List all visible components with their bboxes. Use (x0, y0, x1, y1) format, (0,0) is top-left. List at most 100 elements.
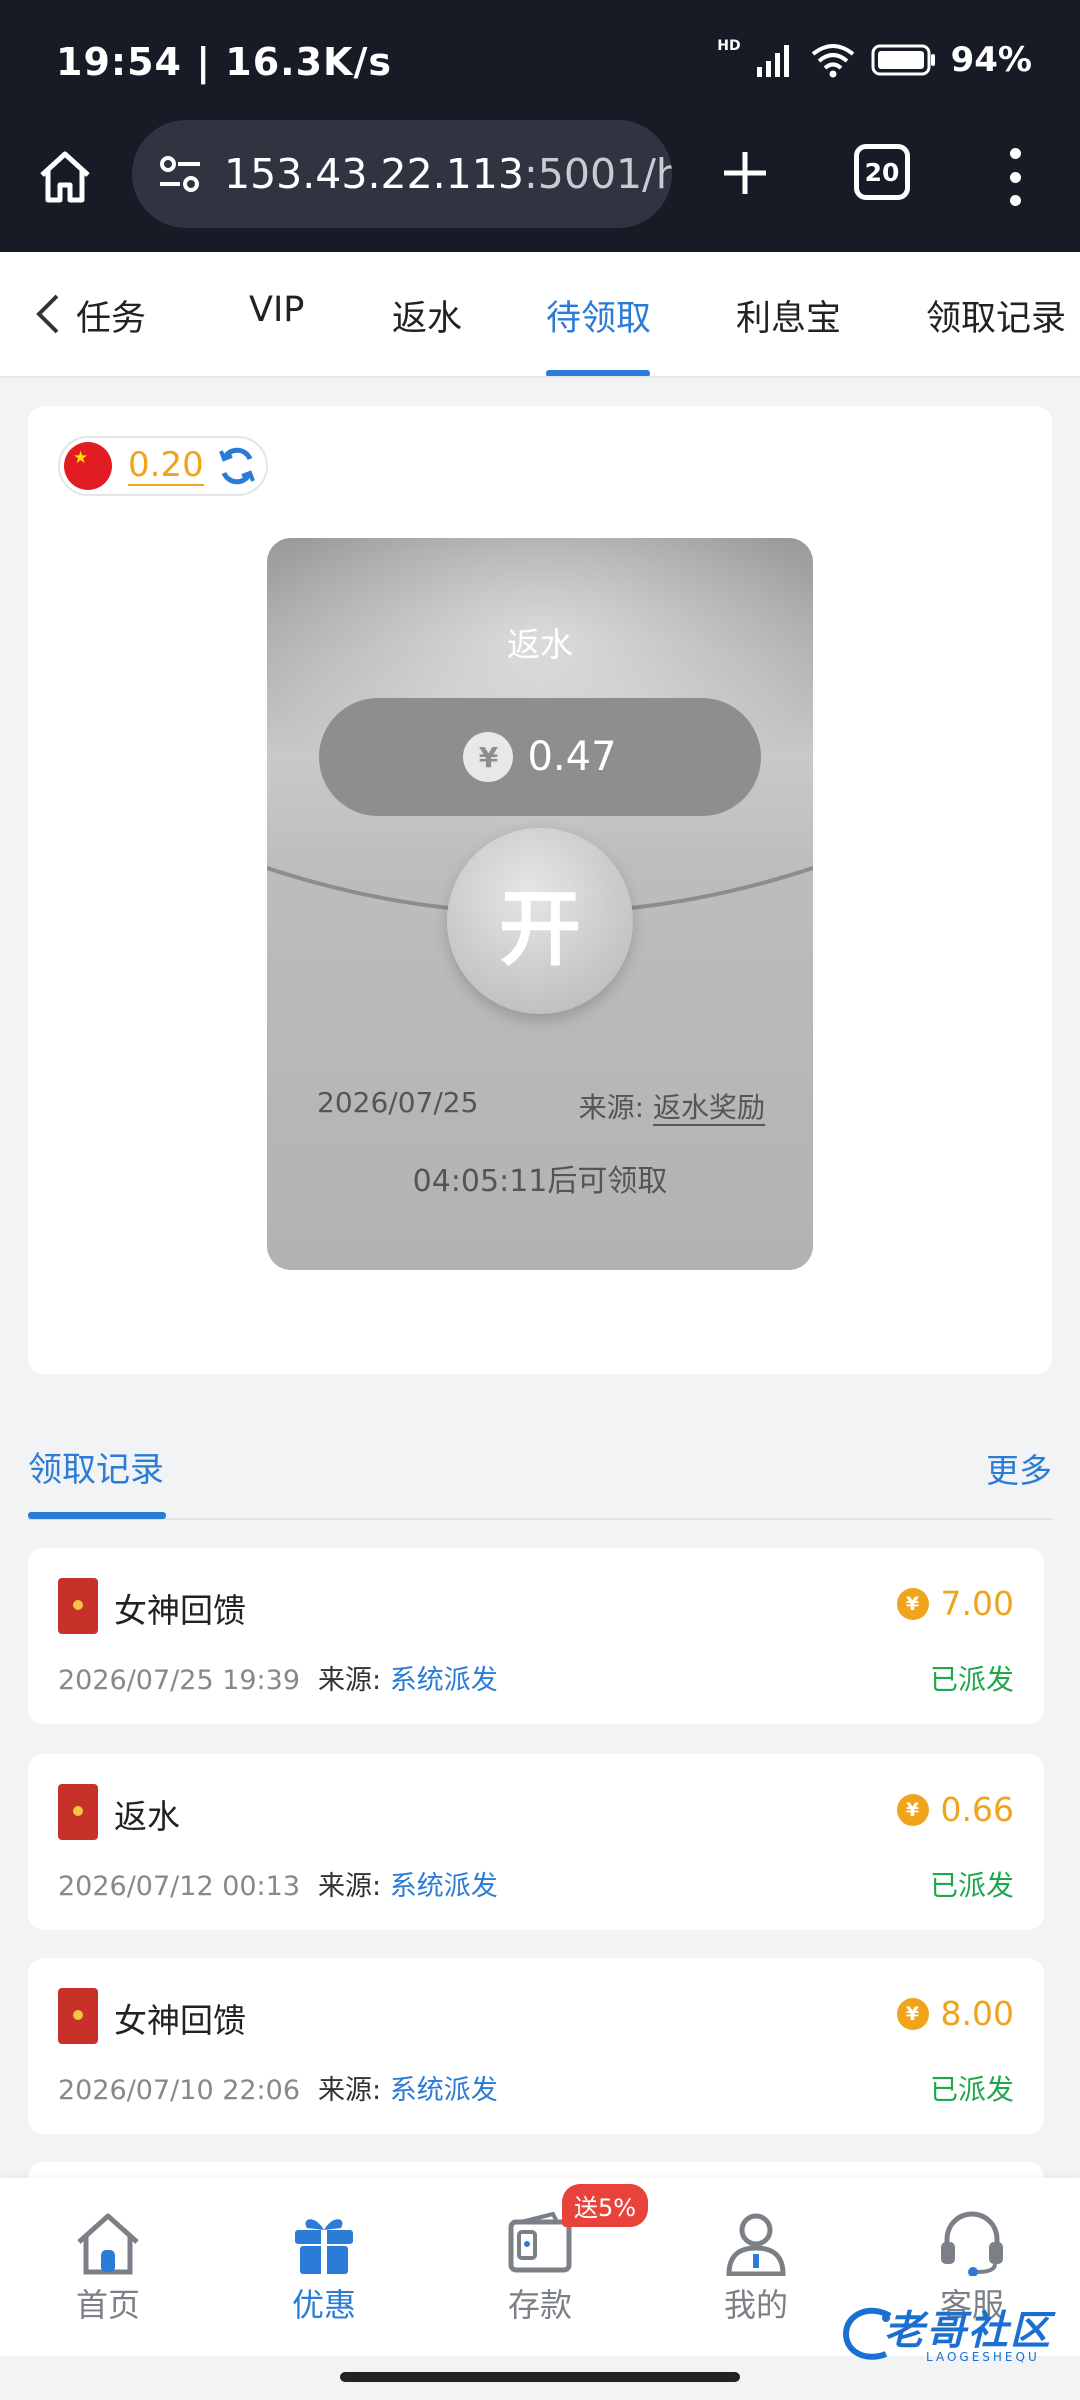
nav-profile[interactable]: 我的 (686, 2210, 826, 2326)
url-bar[interactable]: 153.43.22.113:5001/ho (132, 120, 672, 228)
record-card[interactable]: 女神回馈 ¥8.00 2026/07/10 22:06 来源: 系统派发 已派发 (28, 1958, 1044, 2134)
nav-deposit-label: 存款 (507, 2286, 572, 2324)
coin-icon: ¥ (896, 1587, 929, 1620)
coin-icon: ¥ (896, 1997, 929, 2030)
headset-icon (941, 2211, 1003, 2276)
records-header: 领取记录 更多 (28, 1430, 1052, 1520)
red-packet-icon (58, 1578, 98, 1634)
url-text: 153.43.22.113:5001/ho (224, 150, 672, 198)
record-status: 已派发 (929, 1663, 1014, 1696)
browser-toolbar: 153.43.22.113:5001/ho 20 (0, 120, 1080, 252)
record-source-label: 来源: (318, 1871, 382, 1902)
envelope-source: 来源: 返水奖励 (579, 1086, 765, 1126)
record-source: 系统派发 (389, 1665, 498, 1696)
record-name: 女神回馈 (114, 2001, 246, 2040)
envelope-title: 返水 (507, 625, 573, 664)
record-name: 返水 (114, 1797, 180, 1836)
record-source-label: 来源: (318, 1665, 382, 1696)
nav-promo[interactable]: 优惠 (254, 2210, 394, 2326)
home-icon (77, 2213, 139, 2275)
nav-home-label: 首页 (75, 2286, 140, 2324)
record-card[interactable]: 女神回馈 ¥7.00 2026/07/25 19:39 来源: 系统派发 已派发 (28, 1548, 1044, 1724)
user-icon (726, 2213, 786, 2276)
china-flag-icon: ★ (64, 442, 112, 490)
envelope-amount: ¥ 0.47 (319, 698, 761, 816)
red-packet-icon (58, 1988, 98, 2044)
record-source: 系统派发 (389, 2075, 498, 2106)
record-time: 2026/07/10 22:06 (58, 2075, 301, 2106)
record-meta: 2026/07/25 19:39 来源: 系统派发 (58, 1658, 498, 1697)
deposit-promo-badge: 送5% (562, 2184, 649, 2227)
watermark-text: 老哥社区 (884, 2308, 1052, 2354)
red-packet-icon (58, 1784, 98, 1840)
nav-home[interactable]: 首页 (38, 2210, 178, 2326)
watermark-subtext: LAOGESHEQU (926, 2350, 1040, 2364)
balance-pill: ★ 0.20 (58, 436, 268, 496)
tab-task[interactable]: 任务 (76, 290, 146, 341)
battery-icon (871, 44, 935, 76)
envelope-source-label: 来源: (578, 1091, 645, 1124)
record-amount-value: 7.00 (940, 1584, 1014, 1623)
tab-rebate[interactable]: 返水 (392, 290, 462, 341)
status-icons: HD 94% (717, 38, 1032, 80)
battery-level: 94% (950, 40, 1032, 80)
record-amount: ¥0.66 (896, 1790, 1014, 1829)
envelope-date: 2026/07/25 (317, 1086, 479, 1119)
record-name: 女神回馈 (114, 1591, 246, 1630)
red-envelope: 返水 ¥ 0.47 开 2026/07/25 来源: 返水奖励 04:05:11… (267, 538, 813, 1270)
records-more-link[interactable]: 更多 (986, 1444, 1052, 1492)
envelope-source-value: 返水奖励 (652, 1091, 765, 1126)
nav-profile-label: 我的 (723, 2286, 788, 2324)
hd-badge: HD (717, 38, 741, 54)
record-amount-value: 0.66 (940, 1790, 1014, 1829)
browser-home-button[interactable] (30, 142, 100, 212)
status-time: 19:54 | 16.3K/s (56, 40, 392, 84)
tab-pending[interactable]: 待领取 (546, 290, 651, 341)
record-meta: 2026/07/10 22:06 来源: 系统派发 (58, 2068, 498, 2107)
record-source: 系统派发 (389, 1871, 498, 1902)
record-meta: 2026/07/12 00:13 来源: 系统派发 (58, 1864, 498, 1903)
record-time: 2026/07/12 00:13 (58, 1871, 301, 1902)
record-status: 已派发 (929, 2073, 1014, 2106)
chevron-left-icon (36, 294, 59, 334)
tab-vip[interactable]: VIP (249, 290, 304, 330)
tab-scroll-back-button[interactable] (20, 282, 76, 346)
balance-value: 0.20 (128, 445, 204, 486)
record-status: 已派发 (929, 1869, 1014, 1902)
nav-deposit[interactable]: 存款 (470, 2210, 610, 2326)
coin-icon: ¥ (896, 1793, 929, 1826)
url-host: 153.43.22.113 (224, 150, 524, 198)
records-title-indicator (28, 1512, 166, 1519)
home-icon (40, 151, 90, 203)
status-bar: 19:54 | 16.3K/s HD 94% (0, 0, 1080, 120)
community-watermark: 老哥社区 LAOGESHEQU (840, 2298, 1072, 2370)
gift-icon (295, 2219, 353, 2274)
envelope-amount-value: 0.47 (527, 734, 617, 780)
record-amount: ¥7.00 (896, 1584, 1014, 1623)
plus-icon (724, 152, 766, 194)
browser-menu-button[interactable] (990, 142, 1040, 212)
tab-interest[interactable]: 利息宝 (736, 290, 841, 341)
yen-icon: ¥ (463, 732, 514, 782)
refresh-icon[interactable] (216, 445, 258, 487)
menu-dot-icon (1009, 195, 1021, 206)
menu-dot-icon (1009, 148, 1021, 159)
site-settings-icon[interactable] (154, 148, 206, 200)
active-tab-indicator (546, 370, 650, 376)
menu-dot-icon (1009, 171, 1021, 183)
tab-switcher-button[interactable]: 20 (854, 144, 910, 200)
wifi-icon (811, 44, 854, 78)
promo-tab-bar: 任务 VIP 返水 待领取 利息宝 领取记录 (0, 252, 1080, 378)
url-path: :5001/ho (523, 150, 672, 198)
record-amount-value: 8.00 (940, 1994, 1014, 2033)
record-source-label: 来源: (318, 2075, 382, 2106)
record-amount: ¥8.00 (896, 1994, 1014, 2033)
pending-reward-card: ★ 0.20 返水 ¥ 0.47 开 2026/07/25 来源: 返水奖励 0… (28, 406, 1052, 1374)
tab-claim-records[interactable]: 领取记录 (926, 290, 1066, 341)
records-title[interactable]: 领取记录 (28, 1442, 164, 1491)
new-tab-button[interactable] (710, 138, 780, 208)
record-card[interactable]: 返水 ¥0.66 2026/07/12 00:13 来源: 系统派发 已派发 (28, 1754, 1044, 1930)
home-indicator[interactable] (340, 2372, 740, 2382)
record-time: 2026/07/25 19:39 (58, 1665, 301, 1696)
open-envelope-button[interactable]: 开 (447, 828, 633, 1014)
